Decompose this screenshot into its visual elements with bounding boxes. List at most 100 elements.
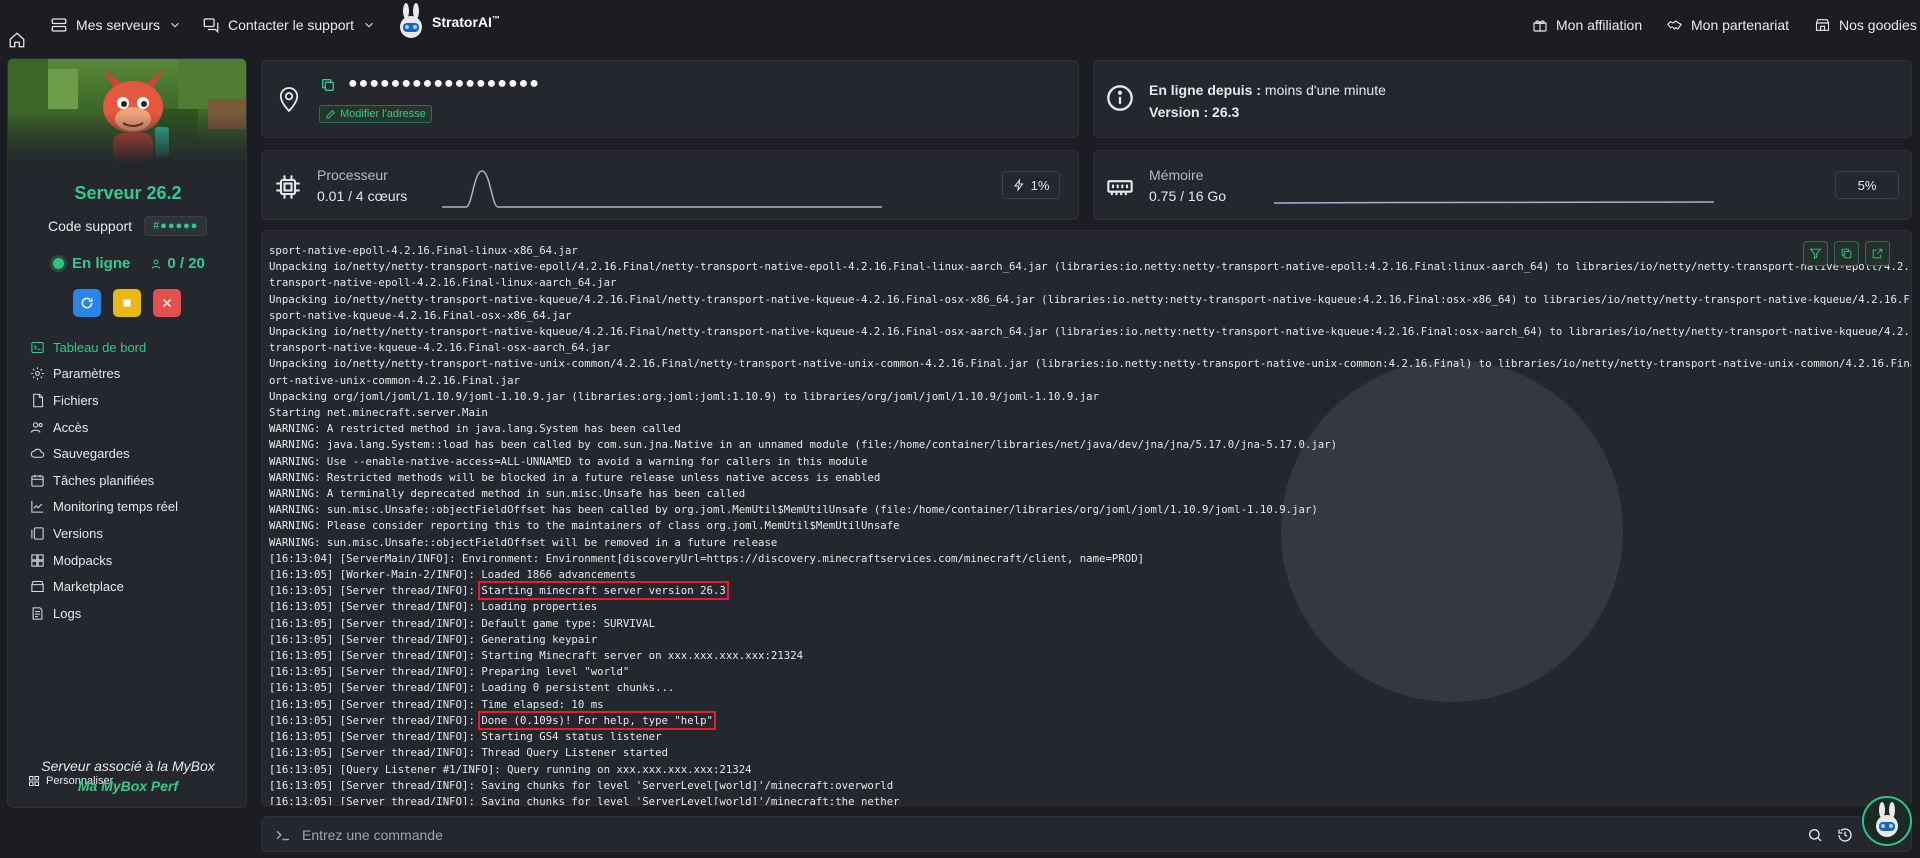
info-icon: [1107, 85, 1133, 111]
support-code-label: Code support: [48, 218, 133, 234]
sidebar-item-versions[interactable]: Versions: [30, 520, 240, 547]
player-count: 0 / 20: [150, 255, 205, 272]
sidebar-item-scheduled-tasks[interactable]: Tâches planifiées: [30, 467, 240, 494]
console-line: transport-native-kqueue-4.2.16.Final-osx…: [269, 341, 611, 355]
player-count-value: 0 / 20: [167, 255, 205, 272]
version-value: 26.3: [1212, 104, 1240, 120]
console-line: [16:13:05] [Server thread/INFO]: Time el…: [269, 697, 604, 711]
console-line: WARNING: sun.misc.Unsafe::objectFieldOff…: [269, 535, 778, 549]
sidebar-item-label: Tâches planifiées: [53, 472, 155, 488]
history-icon[interactable]: [1837, 827, 1853, 843]
server-address-card: ●●●●●●●●●●●●●●●●●● Modifier l'adresse: [261, 60, 1079, 138]
strator-ai-logo[interactable]: StratorAI™: [396, 2, 500, 42]
console-line: WARNING: A restricted method in java.lan…: [269, 422, 681, 436]
sidebar-item-label: Fichiers: [53, 392, 99, 408]
filter-icon: [1809, 248, 1822, 260]
cloud-icon: [30, 448, 45, 458]
terminal-prompt-icon: [276, 830, 289, 841]
sidebar-item-label: Logs: [53, 605, 82, 621]
console-line: WARNING: sun.misc.Unsafe::objectFieldOff…: [269, 503, 1318, 517]
goodies-link[interactable]: Nos goodies: [1814, 0, 1917, 50]
mybox-name-link[interactable]: Ma MyBox Perf: [8, 776, 246, 796]
edit-icon: [326, 109, 335, 119]
ai-assistant-button[interactable]: [1862, 796, 1912, 846]
console-highlight: Starting minecraft server version 26.3: [478, 581, 729, 601]
command-input[interactable]: [302, 817, 1802, 853]
cpu-icon: [276, 175, 300, 199]
partnership-label: Mon partenariat: [1691, 17, 1790, 33]
filter-button[interactable]: [1803, 241, 1828, 266]
console-line: [16:13:05] [Server thread/INFO]: Saving …: [269, 794, 900, 806]
partnership-link[interactable]: Mon partenariat: [1666, 0, 1789, 50]
copy-icon[interactable]: [320, 77, 336, 93]
console-line: [16:13:05] [Server thread/INFO]: Loading…: [269, 600, 598, 614]
cpu-percent-badge: 1%: [1002, 171, 1060, 199]
mybox-line: Serveur associé à la MyBox: [41, 758, 215, 774]
file-icon: [33, 393, 44, 408]
online-since-label: En ligne depuis :: [1149, 82, 1262, 98]
sidebar-item-files[interactable]: Fichiers: [30, 387, 240, 414]
store-icon: [31, 581, 44, 593]
memory-title: Mémoire: [1149, 167, 1204, 183]
sidebar-item-marketplace[interactable]: Marketplace: [30, 573, 240, 600]
logs-icon: [32, 607, 43, 620]
copy-logs-button[interactable]: [1834, 241, 1859, 266]
copy-icon: [1841, 248, 1852, 259]
memory-sparkline: [1274, 201, 1714, 204]
console-line: WARNING: A terminally deprecated method …: [269, 487, 746, 501]
console-line: [16:13:05] [Server thread/INFO]: Startin…: [269, 730, 662, 744]
console-line: Unpacking io/netty/netty-transport-nativ…: [269, 260, 1912, 274]
contact-support-menu[interactable]: Contacter le support: [202, 0, 376, 50]
sidebar-item-backups[interactable]: Sauvegardes: [30, 440, 240, 467]
gift-icon: [1533, 20, 1547, 32]
users-icon: [30, 421, 43, 433]
server-info-card: En ligne depuis : moins d'une minute Ver…: [1093, 60, 1912, 138]
cpu-usage-card: Processeur 0.01 / 4 cœurs 1%: [261, 150, 1079, 220]
sidebar-item-logs[interactable]: Logs: [30, 600, 240, 627]
memory-icon: [1107, 180, 1133, 196]
console-line: [16:13:05] [Server thread/INFO]: Startin…: [269, 649, 804, 663]
sidebar-item-label: Monitoring temps réel: [53, 499, 178, 515]
sidebar-item-settings[interactable]: Paramètres: [30, 361, 240, 388]
sidebar-menu: Tableau de bord Paramètres Fichiers Accè…: [30, 334, 240, 627]
restart-button[interactable]: [73, 289, 101, 317]
top-navigation: Mes serveurs Contacter le support Strato…: [0, 0, 1920, 50]
console-line: transport-native-epoll-4.2.16.Final-linu…: [269, 276, 617, 290]
version-label: Version :: [1149, 104, 1209, 120]
server-banner-image: [8, 59, 246, 163]
server-name: Serveur 26.2: [74, 183, 182, 203]
console-line: Unpacking io/netty/netty-transport-nativ…: [269, 357, 1912, 371]
server-console[interactable]: sport-native-epoll-4.2.16.Final-linux-x8…: [261, 230, 1912, 806]
gear-icon: [31, 367, 44, 381]
box-icon: [31, 553, 44, 567]
bunny-bot-icon: [1876, 802, 1898, 837]
sidebar-item-modpacks[interactable]: Modpacks: [30, 547, 240, 574]
edit-address-button[interactable]: Modifier l'adresse: [319, 105, 432, 123]
console-line: Unpacking io/netty/netty-transport-nativ…: [269, 292, 1912, 306]
sidebar-item-dashboard[interactable]: Tableau de bord: [30, 334, 240, 361]
memory-usage-card: Mémoire 0.75 / 16 Go 5%: [1093, 150, 1912, 220]
cpu-value: 0.01 / 4 cœurs: [317, 188, 408, 204]
sidebar-item-monitoring[interactable]: Monitoring temps réel: [30, 494, 240, 521]
kill-button[interactable]: [153, 289, 181, 317]
home-icon: [9, 32, 25, 48]
my-servers-menu[interactable]: Mes serveurs: [50, 0, 182, 50]
restart-icon: [81, 297, 93, 309]
cpu-percent: 1%: [1030, 177, 1050, 193]
console-line: WARNING: java.lang.System::load has been…: [269, 438, 1338, 452]
search-icon[interactable]: [1807, 827, 1823, 843]
stop-button[interactable]: [113, 289, 141, 317]
sidebar-item-access[interactable]: Accès: [30, 414, 240, 441]
console-line: [16:13:05] [Worker-Main-2/INFO]: Loaded …: [269, 568, 636, 582]
support-code-value[interactable]: #●●●●●: [144, 216, 208, 236]
console-line: [16:13:05] [Server thread/INFO]: Prepari…: [269, 665, 630, 679]
chevron-down-icon: [365, 22, 373, 28]
open-external-button[interactable]: [1865, 241, 1890, 266]
console-line: sport-native-epoll-4.2.16.Final-linux-x8…: [269, 244, 578, 257]
external-link-icon: [1872, 248, 1883, 259]
sidebar-item-label: Tableau de bord: [53, 339, 147, 355]
affiliation-link[interactable]: Mon affiliation: [1532, 0, 1642, 50]
versions-icon: [31, 527, 44, 540]
sidebar-item-label: Versions: [53, 525, 103, 541]
sidebar-item-label: Modpacks: [53, 552, 113, 568]
